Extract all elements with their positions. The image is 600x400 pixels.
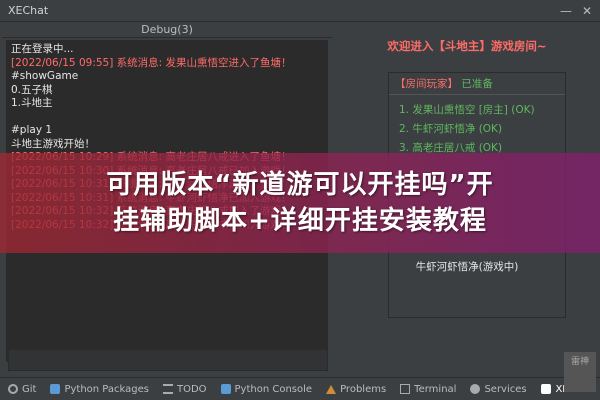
git-icon bbox=[8, 384, 18, 394]
xechat-icon bbox=[541, 384, 552, 394]
console-line: 正在登录中... bbox=[11, 43, 74, 55]
window-controls: — ✕ bbox=[560, 4, 592, 18]
services-label: Services bbox=[484, 383, 527, 395]
overlay-line-1: 可用版本“新道游可以开挂吗”开 bbox=[106, 170, 494, 200]
room-players-title: 【房间玩家】 已准备 bbox=[389, 73, 565, 95]
services-icon bbox=[470, 384, 481, 394]
chat-input[interactable] bbox=[8, 349, 328, 371]
terminal-label: Terminal bbox=[414, 383, 457, 395]
in-game-player: 牛虾河虾悟净(游戏中) bbox=[415, 261, 519, 273]
overlay-line-2: 挂辅助脚本+详细开挂安装教程 bbox=[113, 206, 487, 236]
console-line: [2022/06/15 09:55] 系统消息: 发果山熏悟空进入了鱼塘！ bbox=[11, 56, 292, 69]
python-packages-icon bbox=[50, 384, 61, 394]
python-packages-label: Python Packages bbox=[64, 383, 149, 395]
ready-status: 已准备 bbox=[461, 78, 493, 90]
python-packages-tool-button[interactable]: Python Packages bbox=[50, 384, 149, 395]
close-button[interactable]: ✕ bbox=[582, 4, 592, 18]
minimize-button[interactable]: — bbox=[560, 4, 572, 18]
git-tool-button[interactable]: Git bbox=[8, 384, 36, 395]
player-item: 1. 发果山熏悟空 [房主] (OK) bbox=[399, 104, 535, 116]
player-list: 1. 发果山熏悟空 [房主] (OK) 2. 牛虾河虾悟净 (OK) 3. 高老… bbox=[389, 95, 565, 158]
python-console-label: Python Console bbox=[234, 383, 313, 395]
window-title: XEChat bbox=[8, 4, 49, 17]
problems-label: Problems bbox=[340, 383, 387, 395]
console-line: #showGame bbox=[11, 70, 79, 82]
tool-window-bar: Git Python Packages TODO Python Console … bbox=[0, 377, 600, 400]
console-line: 0.五子棋 bbox=[11, 83, 53, 96]
python-console-tool-button[interactable]: Python Console bbox=[220, 383, 313, 395]
player-item: 2. 牛虾河虾悟净 (OK) bbox=[399, 123, 503, 135]
todo-label: TODO bbox=[176, 383, 207, 395]
title-bar: XEChat — ✕ bbox=[0, 0, 600, 22]
console-line: 斗地主游戏开始！ bbox=[11, 137, 95, 150]
terminal-icon bbox=[400, 384, 411, 394]
promo-overlay-banner: 可用版本“新道游可以开挂吗”开 挂辅助脚本+详细开挂安装教程 bbox=[0, 153, 600, 253]
services-tool-button[interactable]: Services bbox=[470, 383, 527, 395]
watermark-logo: 雷神 bbox=[564, 352, 596, 392]
debug-tab-header[interactable]: Debug(3) bbox=[2, 22, 332, 38]
room-welcome-text: 欢迎进入【斗地主】游戏房间~ bbox=[387, 39, 547, 53]
terminal-tool-button[interactable]: Terminal bbox=[400, 384, 456, 395]
todo-icon bbox=[162, 384, 173, 394]
console-line: 1.斗地主 bbox=[11, 97, 53, 109]
todo-tool-button[interactable]: TODO bbox=[162, 383, 207, 395]
room-players-label: 【房间玩家】 bbox=[395, 78, 458, 90]
problems-tool-button[interactable]: Problems bbox=[326, 384, 386, 395]
python-console-icon bbox=[220, 384, 231, 394]
console-line: #play 1 bbox=[11, 124, 53, 136]
problems-icon bbox=[326, 384, 337, 394]
git-label: Git bbox=[22, 383, 37, 395]
